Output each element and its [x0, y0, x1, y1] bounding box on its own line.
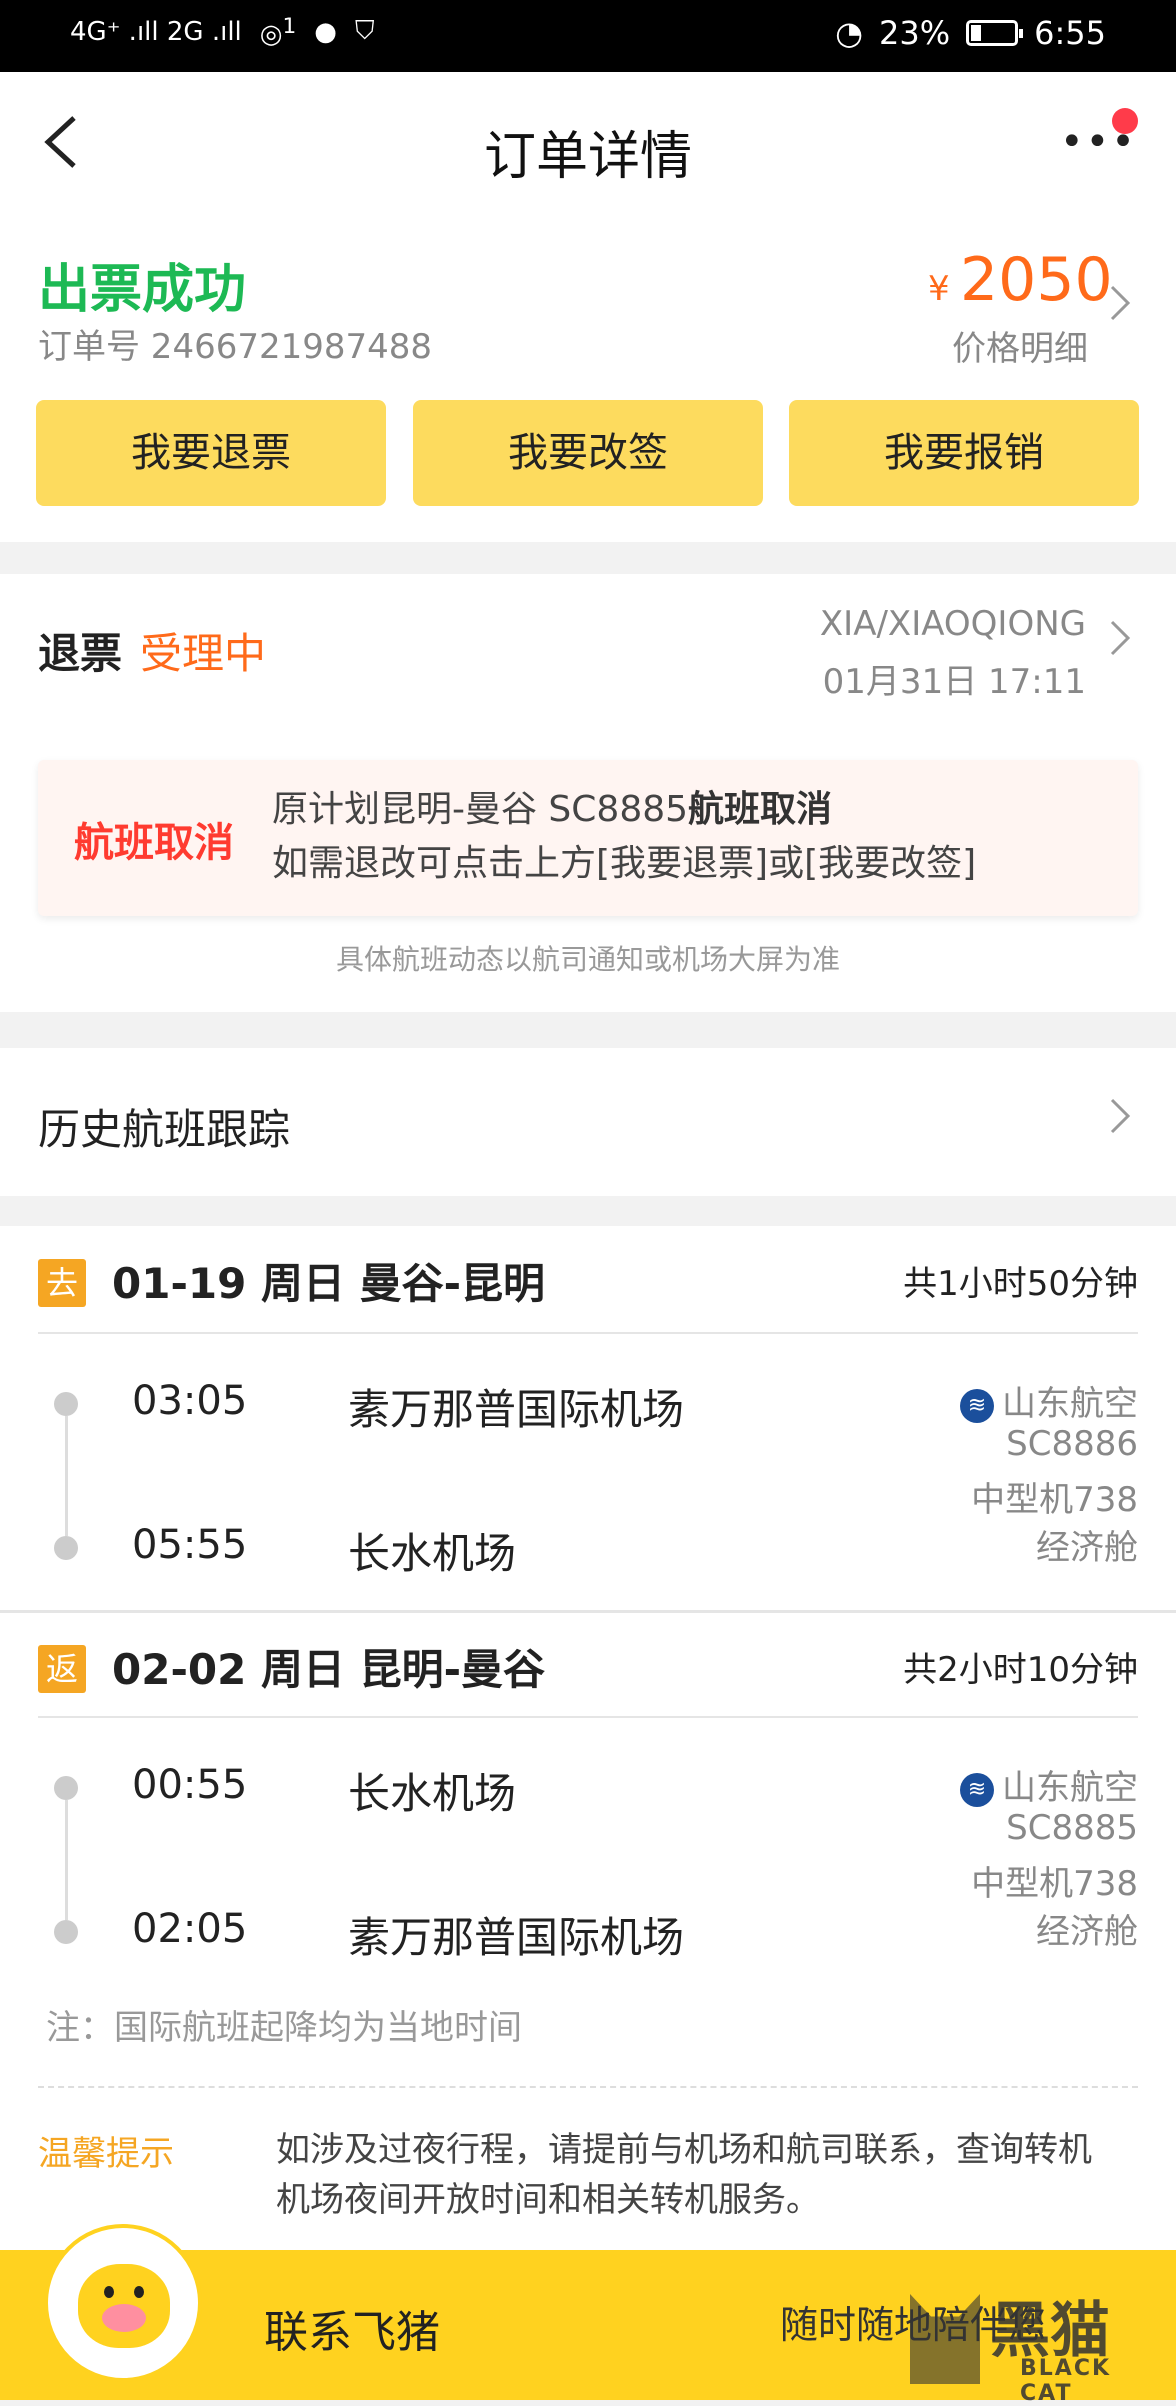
tips-text: 如涉及过夜行程，请提前与机场和航司联系，查询转机 — [276, 2130, 1092, 2170]
route-line — [65, 1416, 68, 1536]
cabin-class: 经济舱 — [1036, 1528, 1138, 1568]
shandong-airlines-logo-icon: ≋ — [960, 1388, 994, 1423]
order-number: 订单号 2466721987488 — [38, 327, 433, 367]
chevron-right-icon[interactable] — [1108, 1096, 1132, 1147]
segment-title: 02-02 周日 昆明-曼谷 — [112, 1645, 546, 1694]
battery-percent: 23% — [879, 14, 951, 52]
refund-time: 01月31日 17:11 — [822, 662, 1086, 702]
wifi-icon: ◎1 — [259, 14, 297, 50]
segment-duration: 共1小时50分钟 — [903, 1264, 1138, 1304]
arrival-dot — [54, 1920, 78, 1944]
refund-label: 退票 — [38, 629, 123, 678]
price-amount[interactable]: 2050 — [960, 245, 1113, 315]
status-bar: 4G⁺ .ıll 2G .ıll ◎1 ● ⛉ ◔ 23% 6:55 — [0, 0, 1176, 72]
order-summary: 出票成功 订单号 2466721987488 ¥ 2050 价格明细 我要退票 … — [0, 217, 1176, 542]
passenger-name: XIA/XIAOQIONG — [819, 604, 1086, 644]
segment-tag: 返 — [38, 1645, 86, 1693]
segment-duration: 共2小时10分钟 — [903, 1650, 1138, 1690]
cat-logo-icon — [910, 2294, 980, 2384]
refund-state: 受理中 — [140, 629, 267, 678]
arrival-time: 05:55 — [132, 1522, 248, 1568]
flight-cancel-notice: 航班取消 原计划昆明-曼谷 SC8885航班取消 如需退改可点击上方[我要退票]… — [38, 760, 1138, 916]
departure-airport: 长水机场 — [348, 1769, 517, 1818]
dashed-divider — [38, 2086, 1138, 2088]
notice-tag: 航班取消 — [74, 820, 234, 866]
departure-dot — [54, 1392, 78, 1416]
departure-time: 00:55 — [132, 1762, 248, 1808]
flight-status-footnote: 具体航班动态以航司通知或机场大屏为准 — [335, 943, 840, 976]
history-label: 历史航班跟踪 — [38, 1105, 291, 1154]
fliggy-mascot-icon[interactable] — [44, 2224, 202, 2382]
message-icon: ● — [314, 16, 337, 47]
price-currency: ¥ — [928, 269, 950, 309]
arrival-dot — [54, 1536, 78, 1560]
chevron-right-icon[interactable] — [1108, 618, 1132, 669]
shandong-airlines-logo-icon: ≋ — [960, 1772, 994, 1807]
tips-label: 温馨提示 — [38, 2134, 174, 2174]
clock: 6:55 — [1034, 14, 1106, 52]
aircraft-type: 中型机738 — [971, 1864, 1138, 1904]
cabin-class: 经济舱 — [1036, 1912, 1138, 1952]
flight-segments: 去 01-19 周日 曼谷-昆明 共1小时50分钟 03:05 素万那普国际机场… — [0, 1226, 1176, 2276]
arrival-time: 02:05 — [132, 1906, 248, 1952]
aircraft-type: 中型机738 — [971, 1480, 1138, 1520]
change-button[interactable]: 我要改签 — [413, 400, 763, 506]
black-cat-watermark: 黑猫 BLACK CAT — [910, 2290, 1160, 2406]
departure-airport: 素万那普国际机场 — [348, 1385, 685, 1434]
segment-tag: 去 — [38, 1259, 86, 1307]
flight-number: SC8885 — [1006, 1808, 1138, 1848]
page-title: 订单详情 — [483, 127, 692, 187]
segment-title: 01-19 周日 曼谷-昆明 — [112, 1259, 546, 1308]
chevron-right-icon[interactable] — [1108, 283, 1132, 334]
divider — [38, 1716, 1138, 1718]
notice-line-2: 如需退改可点击上方[我要退票]或[我要改签] — [272, 843, 977, 884]
battery-icon — [966, 20, 1024, 46]
reimburse-button[interactable]: 我要报销 — [789, 400, 1139, 506]
arrival-airport: 素万那普国际机场 — [348, 1913, 685, 1962]
airline: ≋ 山东航空 — [960, 1376, 1138, 1425]
nav-bar: 订单详情 ••• — [0, 72, 1176, 217]
route-line — [65, 1800, 68, 1920]
tips-text: 机场夜间开放时间和相关转机服务。 — [276, 2180, 820, 2220]
shield-icon: ⛉ — [354, 16, 375, 47]
intl-time-note: 注：国际航班起降均为当地时间 — [46, 2008, 522, 2048]
price-detail-link[interactable]: 价格明细 — [952, 321, 1088, 370]
segment-header: 返 02-02 周日 昆明-曼谷 共2小时10分钟 — [0, 1612, 1176, 1722]
speed-icon: ◔ — [835, 14, 864, 52]
segment-header: 去 01-19 周日 曼谷-昆明 共1小时50分钟 — [0, 1226, 1176, 1336]
refund-status-card[interactable]: 退票 受理中 XIA/XIAOQIONG 01月31日 17:11 航班取消 原… — [0, 574, 1176, 1012]
refund-button[interactable]: 我要退票 — [36, 400, 386, 506]
contact-fliggy-button[interactable]: 联系飞猪 — [264, 2296, 440, 2360]
notification-dot — [1112, 108, 1138, 134]
divider — [38, 1332, 1138, 1334]
signal-icon: 4G⁺ .ıll 2G .ıll — [70, 16, 242, 47]
contact-bar[interactable]: 联系飞猪 随时随地陪伴您 黑猫 BLACK CAT — [0, 2224, 1176, 2406]
ticket-status: 出票成功 — [38, 260, 247, 320]
departure-dot — [54, 1776, 78, 1800]
airline: ≋ 山东航空 — [960, 1760, 1138, 1809]
departure-time: 03:05 — [132, 1378, 248, 1424]
flight-number: SC8886 — [1006, 1424, 1138, 1464]
notice-line-1: 原计划昆明-曼谷 SC8885航班取消 — [272, 789, 833, 830]
arrival-airport: 长水机场 — [348, 1529, 517, 1578]
history-flight-tracking[interactable]: 历史航班跟踪 — [0, 1048, 1176, 1196]
